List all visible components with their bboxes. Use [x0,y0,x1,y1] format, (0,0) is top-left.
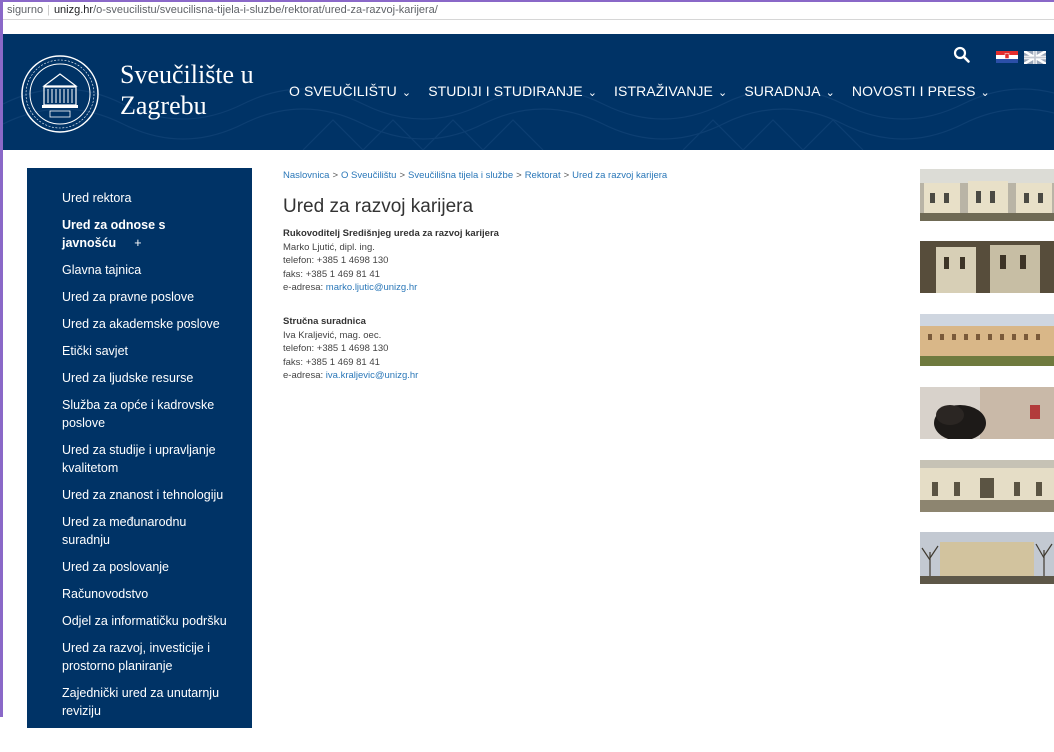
contact-fax: faks: +385 1 469 81 41 [283,356,380,368]
chevron-down-icon: ⌄ [825,87,835,99]
sidebar-item-eticki-savjet[interactable]: Etički savjet [27,338,252,365]
site-header: Sveučilište u Zagrebu O SVEUČILIŠTU ⌄ STU… [3,34,1054,150]
page-title: Ured za razvoj karijera [283,196,474,217]
chevron-down-icon: ⌄ [717,87,728,99]
sidebar-item-informaticka-podrska[interactable]: Odjel za informatičku podršku [27,608,252,635]
breadcrumb-link-current[interactable]: Ured za razvoj karijera [572,170,667,181]
breadcrumb-separator: > [332,170,339,181]
sidebar-item-razvoj-investicije[interactable]: Ured za razvoj, investicije i prostorno … [27,635,252,680]
contact-email-link[interactable]: iva.kraljevic@unizg.hr [326,370,419,381]
sidebar-item-arhivska-grada[interactable]: Ured za arhivsku građu [27,725,252,752]
nav-label: STUDIJI I STUDIRANJE [428,83,583,99]
brand-line-1: Sveučilište u [120,60,254,89]
contact-name: Marko Ljutić, dipl. ing. [283,241,375,253]
contact-email-label: e-adresa: [283,370,326,381]
contact-email-row: e-adresa: marko.ljutic@unizg.hr [283,281,499,295]
breadcrumb-link-rektorat[interactable]: Rektorat [525,170,561,181]
nav-label: ISTRAŽIVANJE [614,83,713,99]
gallery-thumbnail-entrance[interactable] [920,460,1054,512]
gallery-thumbnail-graduate[interactable] [920,387,1054,439]
chevron-down-icon: ⌄ [980,87,990,99]
breadcrumb-separator: > [399,170,406,181]
uk-flag-icon[interactable] [1024,51,1046,64]
sidebar-item-studiji-kvaliteta[interactable]: Ured za studije i upravljanje kvalitetom [27,437,252,482]
contact-block: Stručna suradnica Iva Kraljević, mag. oe… [283,315,418,383]
gallery-thumbnail-campus[interactable] [920,314,1054,366]
search-icon[interactable] [953,46,971,64]
sidebar-item-ljudski-resursi[interactable]: Ured za ljudske resurse [27,365,252,392]
sidebar-item-odnosi-s-javnoscu[interactable]: Ured za odnose s javnošću + [27,212,252,257]
contact-email-label: e-adresa: [283,282,326,293]
gallery-thumbnail-facade[interactable] [920,241,1054,293]
sidebar-item-poslovanje[interactable]: Ured za poslovanje [27,554,252,581]
nav-label: NOVOSTI I PRESS [851,83,976,99]
security-label: sigurno [7,4,44,16]
chevron-down-icon: ⌄ [401,87,412,99]
address-path: /o-sveucilistu/sveucilisna-tijela-i-sluz… [93,4,438,16]
breadcrumb-link-home[interactable]: Naslovnica [283,170,329,181]
sidebar-item-znanost-tehnologija[interactable]: Ured za znanost i tehnologiju [27,482,252,509]
sidebar-item-ured-rektora[interactable]: Ured rektora [27,185,252,212]
chevron-down-icon: ⌄ [587,87,598,99]
site-brand[interactable]: Sveučilište u Zagrebu [120,59,254,121]
sidebar-menu: Ured rektora Ured za odnose s javnošću + … [27,168,252,745]
contact-block: Rukovoditelj Središnjeg ureda za razvoj … [283,227,499,295]
contact-role: Stručna suradnica [283,316,366,327]
contact-role: Rukovoditelj Središnjeg ureda za razvoj … [283,228,499,239]
breadcrumb: Naslovnica > O Sveučilištu > Sveučilišna tij… [283,170,667,181]
sidebar-item-pravni-poslovi[interactable]: Ured za pravne poslove [27,284,252,311]
nav-item-studiji[interactable]: STUDIJI I STUDIRANJE ⌄ [428,83,597,99]
sidebar-item-akademski-poslovi[interactable]: Ured za akademske poslove [27,311,252,338]
brand-line-2: Zagrebu [120,91,207,120]
gallery-thumbnail-building[interactable] [920,169,1054,221]
contact-phone: telefon: +385 1 4698 130 [283,343,389,354]
nav-label: SURADNJA [744,83,821,99]
contact-phone: telefon: +385 1 4698 130 [283,255,389,266]
croatian-flag-icon[interactable] [996,51,1018,63]
gallery-thumbnail-trees[interactable] [920,532,1054,584]
sidebar-item-racunovodstvo[interactable]: Računovodstvo [27,581,252,608]
breadcrumb-link-tijela[interactable]: Sveučilišna tijela i službe [408,170,513,181]
nav-item-novosti[interactable]: NOVOSTI I PRESS ⌄ [852,83,990,99]
university-seal-logo[interactable] [20,54,100,134]
nav-item-suradnja[interactable]: SURADNJA ⌄ [744,83,835,99]
breadcrumb-link-o-sveucilistu[interactable]: O Sveučilištu [341,170,396,181]
address-separator: | [47,4,50,16]
breadcrumb-separator: > [516,170,522,181]
breadcrumb-separator: > [563,170,570,181]
sidebar-item-glavna-tajnica[interactable]: Glavna tajnica [27,257,252,284]
nav-item-o-sveucilistu[interactable]: O SVEUČILIŠTU ⌄ [289,83,411,99]
nav-label: O SVEUČILIŠTU [289,83,397,99]
nav-item-istrazivanje[interactable]: ISTRAŽIVANJE ⌄ [614,83,727,99]
address-host: unizg.hr [53,4,94,16]
address-bar[interactable]: sigurno | unizg.hr/o-sveucilistu/sveucilis… [3,2,1054,20]
main-navigation: O SVEUČILIŠTU ⌄ STUDIJI I STUDIRANJE ⌄ IST… [289,83,1007,99]
sidebar-item-label: Ured za odnose s javnošću [62,218,166,250]
contact-email-row: e-adresa: iva.kraljevic@unizg.hr [283,369,418,383]
contact-fax: faks: +385 1 469 81 41 [283,268,380,280]
sidebar-item-opci-kadrovski[interactable]: Služba za opće i kadrovske poslove [27,392,252,437]
sidebar-item-medunarodna-suradnja[interactable]: Ured za međunarodnu suradnju [27,509,252,554]
sidebar-item-unutarnja-revizija[interactable]: Zajednički ured za unutarnju reviziju [27,680,252,725]
contact-email-link[interactable]: marko.ljutic@unizg.hr [326,282,417,293]
expand-icon[interactable]: + [134,236,141,250]
contact-name: Iva Kraljević, mag. oec. [283,329,382,341]
